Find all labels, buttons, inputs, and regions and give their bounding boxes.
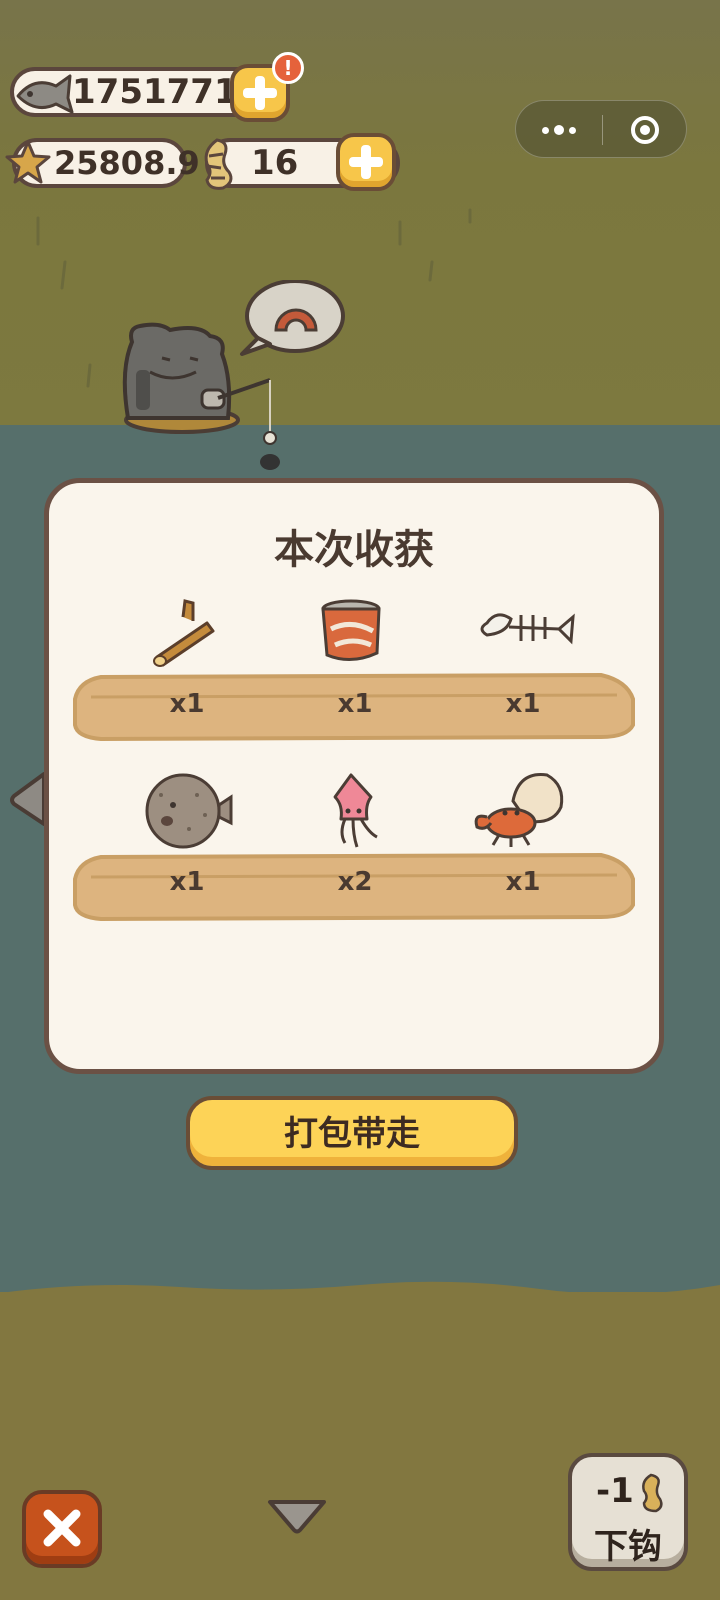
hook-label: 下钩: [594, 1527, 662, 1567]
hermit-crab-icon: [474, 773, 564, 847]
catch-result-modal: 本次收获 x1 x1 x1 x1 x2 x1: [44, 478, 664, 1074]
alert-badge: !: [272, 52, 304, 84]
worm-bait-icon: [642, 1473, 663, 1513]
target-close-icon[interactable]: [602, 101, 688, 159]
mini-program-capsule: [515, 100, 687, 158]
lake-shore-background: [0, 0, 720, 425]
pack-and-take-button[interactable]: 打包带走: [186, 1096, 518, 1170]
item-count: x1: [505, 689, 541, 719]
chevron-down-icon[interactable]: [266, 1496, 328, 1536]
speech-bubble: [240, 280, 345, 356]
left-arrow-icon[interactable]: [6, 768, 48, 828]
item-count: x1: [337, 689, 373, 719]
fish-icon: [16, 74, 74, 114]
cat-fishing-scene: [122, 280, 345, 470]
pufferfish-icon: [145, 773, 233, 849]
cast-hook-button[interactable]: -1 下钩: [568, 1453, 688, 1571]
starfish-icon: [5, 140, 51, 184]
hook-cost: -1: [596, 1471, 634, 1511]
add-worm-button[interactable]: [336, 133, 396, 191]
driftwood-icon: [153, 599, 215, 667]
sand-edge: [0, 1281, 720, 1315]
item-count: x1: [169, 689, 205, 719]
star-count: 25808.9: [54, 144, 200, 182]
tin-can-icon: [321, 599, 381, 661]
more-dots-icon[interactable]: [516, 101, 602, 159]
fish-count: 1751771: [72, 72, 238, 112]
item-count: x1: [505, 867, 541, 897]
item-count: x1: [169, 867, 205, 897]
worm-count: 16: [251, 143, 299, 183]
close-icon: [43, 1509, 81, 1547]
item-count: x2: [337, 867, 373, 897]
modal-title: 本次收获: [274, 527, 434, 573]
fish-bone-icon: [480, 613, 575, 645]
squid-icon: [333, 773, 378, 848]
worm-bait-icon: [204, 138, 233, 190]
close-button[interactable]: [22, 1490, 102, 1568]
